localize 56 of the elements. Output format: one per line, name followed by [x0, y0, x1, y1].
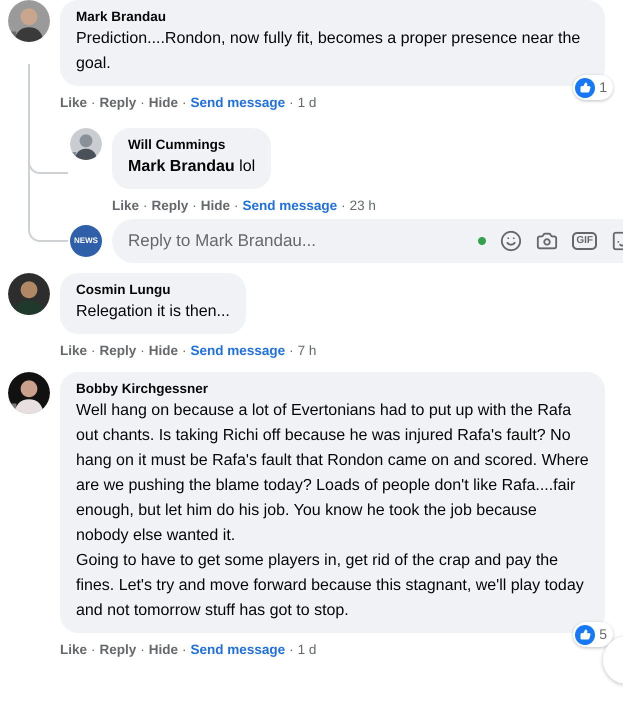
- separator-dot: ·: [91, 94, 96, 112]
- separator-dot: ·: [289, 342, 294, 360]
- send-message-link[interactable]: Send message: [190, 640, 286, 660]
- separator-dot: ·: [91, 640, 96, 659]
- action-link[interactable]: Hide: [148, 340, 178, 362]
- author-name[interactable]: Bobby Kirchgessner: [76, 380, 589, 398]
- camera-icon[interactable]: [536, 230, 558, 252]
- action-link[interactable]: Hide: [148, 92, 178, 114]
- separator-dot: ·: [182, 342, 187, 360]
- separator-dot: ·: [182, 640, 187, 659]
- action-link[interactable]: Hide: [200, 196, 230, 216]
- reaction-count: 1: [599, 78, 607, 97]
- separator-dot: ·: [234, 196, 239, 215]
- page-avatar: NEWS: [70, 225, 102, 257]
- author-name[interactable]: Mark Brandau: [76, 8, 589, 26]
- emoji-icon[interactable]: [500, 230, 522, 252]
- timestamp: 1 d: [298, 94, 316, 112]
- send-message-link[interactable]: Send message: [190, 92, 286, 114]
- separator-dot: ·: [140, 342, 145, 360]
- comment-text: Well hang on because a lot of Evertonians had to put up with the Rafa out chants. Is taking Richi off because he was injured Rafa's fault? No hang on it must be Rafa's fault that Rondon came on and scored. Where are we pushing the blame today? Loads of people don't like Rafa....fair enough, but let him do his job. You know he took the job because nobody else wanted it.: [76, 401, 589, 546]
- author-name[interactable]: Will Cummings: [128, 136, 256, 154]
- action-link[interactable]: Like: [112, 196, 140, 216]
- comment-text: Going to have to get some players in, get rid of the crap and pay the fines. Let's try and move forward because this stagnant, we'll play today and not tomorrow stuff has got to stop.: [76, 551, 585, 621]
- action-link[interactable]: Reply: [152, 196, 188, 216]
- separator-dot: ·: [341, 196, 346, 215]
- separator-dot: ·: [140, 640, 145, 659]
- reaction-count: 5: [599, 625, 607, 644]
- action-link[interactable]: Reply: [100, 92, 136, 114]
- separator-dot: ·: [182, 94, 187, 112]
- action-link[interactable]: Reply: [100, 640, 136, 660]
- like-icon: [575, 624, 596, 644]
- separator-dot: ·: [289, 640, 294, 659]
- action-link[interactable]: Reply: [100, 340, 136, 362]
- timestamp: 7 h: [298, 342, 316, 360]
- reaction-badge[interactable]: 1: [573, 75, 613, 100]
- author-name[interactable]: Cosmin Lungu: [76, 281, 230, 299]
- separator-dot: ·: [91, 342, 96, 360]
- timestamp: 1 d: [298, 640, 316, 659]
- action-link[interactable]: Hide: [148, 640, 178, 660]
- separator-dot: ·: [140, 94, 145, 112]
- reply-field[interactable]: Reply to Mark Brandau... GIF: [112, 219, 623, 263]
- reaction-badge[interactable]: 5: [573, 622, 613, 647]
- send-message-link[interactable]: Send message: [190, 340, 286, 362]
- comment-text: Relegation it is then...: [76, 302, 230, 322]
- send-message-link[interactable]: Send message: [242, 196, 338, 216]
- action-link[interactable]: Like: [60, 340, 88, 362]
- timestamp: 23 h: [350, 196, 376, 215]
- action-link[interactable]: Like: [60, 640, 88, 660]
- separator-dot: ·: [289, 94, 294, 112]
- comment-text: Mark Brandau lol: [128, 157, 256, 177]
- separator-dot: ·: [192, 196, 197, 215]
- comment-text: Prediction....Rondon, now fully fit, becomes a proper presence near the goal.: [76, 29, 582, 74]
- gif-button[interactable]: GIF: [572, 232, 597, 250]
- like-icon: [575, 78, 596, 98]
- action-link[interactable]: Like: [60, 92, 88, 114]
- separator-dot: ·: [143, 196, 148, 215]
